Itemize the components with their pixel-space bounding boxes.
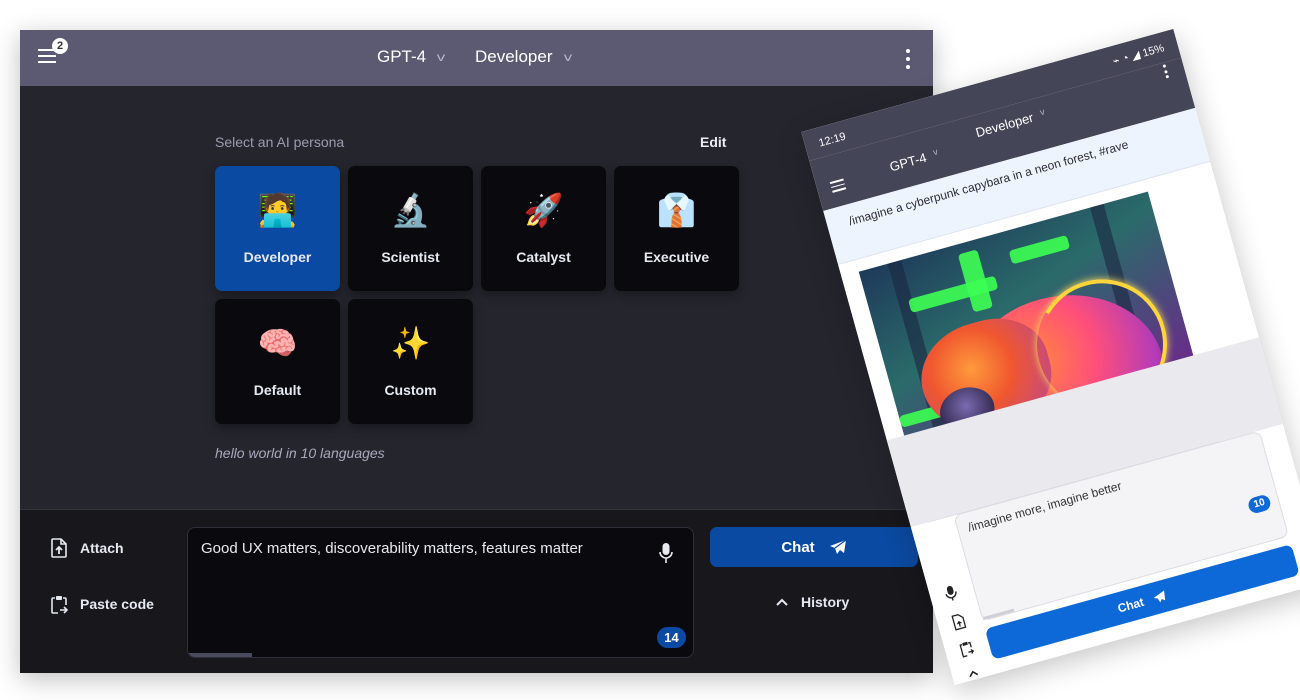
mobile-more-options-button[interactable] [1162,64,1171,79]
chat-button-label: Chat [781,538,815,556]
file-upload-icon[interactable] [950,612,968,631]
mobile-model-dropdown[interactable]: GPT-4 v [888,147,940,175]
chevron-up-icon[interactable] [964,664,982,683]
persona-section-title: Select an AI persona [215,134,345,150]
persona-tile-label: Scientist [381,249,440,265]
model-dropdown-label: GPT-4 [377,47,427,66]
menu-badge: 2 [52,38,68,54]
chevron-up-icon [776,598,788,606]
message-input[interactable]: Good UX matters, discoverability matters… [187,527,694,658]
edit-personas-button[interactable]: Edit [700,134,726,150]
persona-tile-developer[interactable]: 🧑‍💻 Developer [215,166,340,291]
kebab-icon-dot [906,65,910,69]
mobile-menu-button[interactable] [829,178,847,195]
input-resize-handle[interactable] [982,608,1015,621]
kebab-icon-dot [1162,64,1167,68]
chat-send-button[interactable]: Chat [710,527,918,567]
model-dropdown[interactable]: GPT-4 v [377,47,446,67]
kebab-icon-dot [906,49,910,53]
mobile-model-label: GPT-4 [887,149,929,175]
mobile-token-count-badge: 10 [1246,493,1273,515]
developer-icon: 🧑‍💻 [257,192,298,228]
necktie-shirt-icon: 👔 [656,192,697,228]
mobile-chat-label: Chat [1116,594,1146,616]
paste-code-button[interactable]: Paste code [50,594,154,614]
persona-tile-default[interactable]: 🧠 Default [215,299,340,424]
kebab-icon-dot [906,57,910,61]
persona-tile-label: Developer [243,249,312,265]
persona-dropdown-label: Developer [475,47,553,66]
persona-tile-executive[interactable]: 👔 Executive [614,166,739,291]
persona-tile-label: Custom [384,382,437,398]
microphone-icon[interactable] [942,583,960,602]
chevron-down-icon: v [563,50,572,64]
send-paper-plane-icon [1153,590,1166,603]
hamburger-icon-line [38,55,56,57]
screenshot-stage: 2 GPT-4 v Developer v Select an AI perso… [0,0,1300,700]
mobile-persona-label: Developer [973,109,1036,141]
sparkles-icon: ✨ [390,325,431,361]
signal-icon: ⌁ ◔ ◢ [1111,48,1145,68]
attach-label: Attach [80,540,124,556]
more-options-button[interactable] [905,49,911,69]
hamburger-icon-line [38,61,56,63]
input-resize-handle[interactable] [188,653,252,657]
message-input-value: Good UX matters, discoverability matters… [201,540,583,557]
token-count-badge: 14 [657,627,686,648]
persona-tile-label: Catalyst [516,249,571,265]
kebab-icon-dot [1165,74,1170,79]
send-paper-plane-icon [829,539,847,554]
persona-tile-label: Default [253,382,302,398]
hamburger-icon-line [832,187,847,193]
kebab-icon-dot [1164,69,1168,74]
brain-icon: 🧠 [257,325,298,361]
mobile-persona-dropdown[interactable]: Developer v [974,106,1047,140]
example-prompt-link[interactable]: hello world in 10 languages [215,445,385,461]
history-toggle-button[interactable]: History [775,594,849,610]
persona-dropdown[interactable]: Developer v [475,47,572,67]
persona-tile-scientist[interactable]: 🔬 Scientist [348,166,473,291]
battery-percent: 15% [1141,42,1166,60]
rocket-icon: 🚀 [523,192,564,228]
persona-tile-catalyst[interactable]: 🚀 Catalyst [481,166,606,291]
desktop-app-window: 2 GPT-4 v Developer v Select an AI perso… [20,30,933,673]
app-header: 2 GPT-4 v Developer v [20,30,933,86]
chevron-down-icon: v [931,146,939,158]
chevron-down-icon: v [436,50,446,64]
composer-bar: Attach Paste code Good UX matters, disco… [20,509,933,673]
microphone-icon[interactable] [659,542,673,564]
history-label: History [801,594,850,610]
clipboard-paste-icon [51,596,68,614]
persona-tile-label: Executive [643,249,710,265]
file-upload-icon [51,538,67,558]
status-time: 12:19 [817,130,848,150]
microscope-icon: 🔬 [390,192,431,228]
clipboard-paste-icon[interactable] [958,639,976,658]
attach-button[interactable]: Attach [50,538,124,558]
persona-tile-custom[interactable]: ✨ Custom [348,299,473,424]
image-neon-bar [1008,234,1071,265]
paste-code-label: Paste code [80,596,154,612]
chevron-down-icon: v [1038,106,1046,118]
